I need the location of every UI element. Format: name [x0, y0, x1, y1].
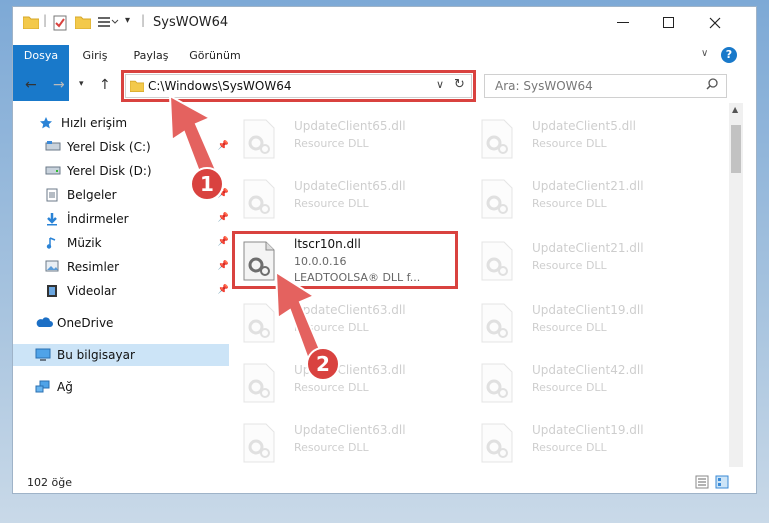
annotation-arrows: [168, 94, 328, 372]
step-badge-1: 1: [190, 167, 224, 201]
step-badge-2: 2: [306, 347, 340, 381]
